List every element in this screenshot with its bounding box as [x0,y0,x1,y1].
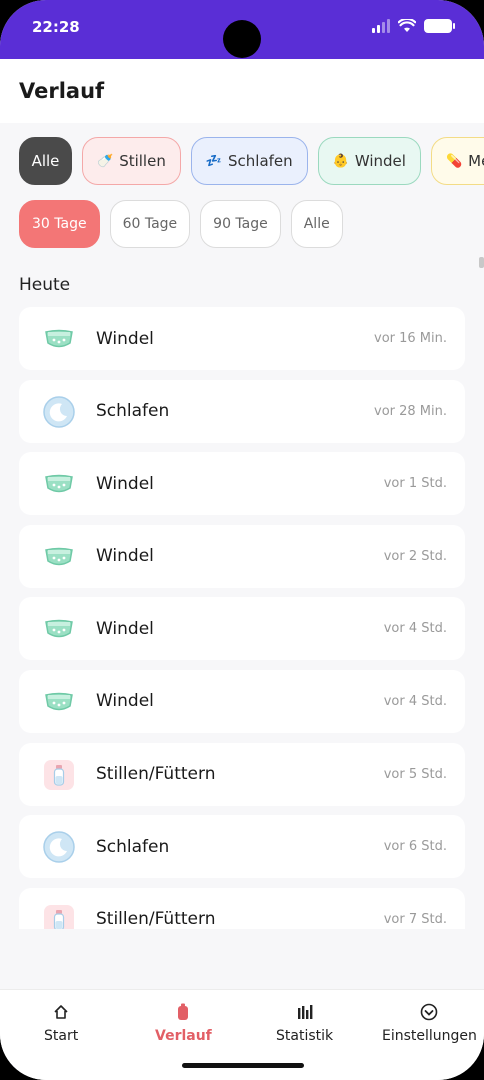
entry-time: vor 2 Std. [383,548,447,564]
nav-item-start[interactable]: Start [44,1002,78,1044]
section-title-today: Heute [19,275,71,295]
list-item[interactable]: Windel vor 1 Std. [19,452,465,516]
entry-time: vor 4 Std. [383,693,447,709]
range-30-tage[interactable]: 30 Tage [19,200,100,248]
diaper-icon [43,468,75,500]
entry-time: vor 4 Std. [383,621,447,637]
chart-icon [295,1002,315,1022]
home-icon [51,1002,71,1022]
filter-chip-stillen[interactable]: 🍼 Stillen [82,137,181,185]
filter-chip-label: Medi [468,152,484,170]
list-item[interactable]: Stillen/Füttern vor 5 Std. [19,742,465,806]
entry-time: vor 28 Min. [374,403,447,419]
entry-label: Windel [96,546,154,567]
range-alle[interactable]: Alle [290,200,343,248]
scrollbar[interactable] [479,257,484,268]
filter-chip-label: Windel [354,152,406,170]
baby-icon: 👶 [332,153,349,169]
status-time: 22:28 [32,18,80,36]
category-filter-row: Alle 🍼 Stillen 💤 Schlafen 👶 Windel 💊 Med… [19,137,484,185]
time-range-row: 30 Tage 60 Tage 90 Tage Alle [19,200,343,248]
bottle-icon [43,904,75,929]
entry-label: Windel [96,328,154,349]
nav-item-verlauf[interactable]: Verlauf [155,1002,212,1044]
entry-label: Windel [96,618,154,639]
filter-chip-label: Schlafen [228,152,293,170]
sleep-icon: 💤 [205,153,223,169]
entry-label: Windel [96,691,154,712]
filter-chip-medizin[interactable]: 💊 Medi [430,137,484,185]
filter-chip-schlafen[interactable]: 💤 Schlafen [190,137,308,185]
entry-time: vor 1 Std. [383,476,447,492]
entry-label: Windel [96,473,154,494]
page-title: Verlauf [19,79,105,103]
filter-chip-label: Stillen [119,152,166,170]
filter-chip-windel[interactable]: 👶 Windel [317,137,421,185]
entry-time: vor 16 Min. [374,331,447,346]
diaper-icon [43,323,75,355]
list-item[interactable]: Schlafen vor 6 Std. [19,815,465,879]
list-item[interactable]: Windel vor 2 Std. [19,524,465,588]
nav-label: Verlauf [155,1028,212,1044]
camera-cutout [223,20,261,58]
diaper-icon [43,541,75,573]
battery-icon [424,19,455,33]
range-90-tage[interactable]: 90 Tage [200,200,281,248]
entry-time: vor 5 Std. [383,766,447,782]
entry-label: Schlafen [96,836,170,857]
bottle-icon [43,759,75,791]
nav-label: Statistik [276,1028,334,1044]
app-header: Verlauf [0,59,484,123]
status-bar: 22:28 [0,0,484,59]
home-indicator[interactable] [182,1063,304,1068]
filter-chip-label: Alle [31,152,60,170]
phone-screen: 22:28 Verlauf Alle 🍼 Stillen 💤 Schlafen [0,0,484,1080]
history-list: Windel vor 16 Min. Schlafen vor 28 Min. … [19,307,465,929]
list-item[interactable]: Windel vor 4 Std. [19,669,465,733]
moon-icon [43,831,75,863]
settings-icon [419,1002,439,1022]
wifi-icon [398,19,416,32]
list-item[interactable]: Windel vor 4 Std. [19,597,465,661]
signal-icon [372,19,390,33]
nav-item-statistik[interactable]: Statistik [276,1002,333,1044]
nav-item-einstellungen[interactable]: Einstellungen [382,1002,477,1044]
nav-label: Start [44,1028,79,1044]
diaper-icon [43,613,75,645]
pill-icon: 💊 [445,153,463,169]
list-item[interactable]: Stillen/Füttern vor 7 Std. [19,887,465,929]
bottle-icon: 🍼 [97,153,114,169]
range-60-tage[interactable]: 60 Tage [109,200,191,248]
entry-label: Stillen/Füttern [96,909,216,929]
entry-label: Stillen/Füttern [96,764,216,785]
entry-time: vor 6 Std. [383,839,447,855]
moon-icon [43,395,75,428]
list-item[interactable]: Windel vor 16 Min. [19,307,465,370]
status-icons [372,19,455,33]
list-item[interactable]: Schlafen vor 28 Min. [19,379,465,443]
diaper-icon [43,686,75,718]
entry-time: vor 7 Std. [383,911,447,927]
entry-label: Schlafen [96,401,170,422]
nav-label: Einstellungen [382,1028,477,1044]
filter-chip-alle[interactable]: Alle [19,137,72,185]
history-icon [173,1002,193,1022]
